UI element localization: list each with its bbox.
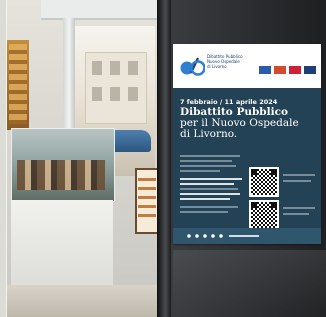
partner-logo-icon <box>304 66 316 74</box>
organizer-name: Dibattito Pubblico Nuovo Ospedale di Liv… <box>207 54 255 69</box>
text-line <box>180 193 240 195</box>
text-line <box>180 188 238 190</box>
text-line <box>283 180 311 182</box>
poster-body-text <box>180 155 246 225</box>
building-window <box>92 61 102 75</box>
poster-header: Dibattito Pubblico Nuovo Ospedale di Liv… <box>173 44 321 88</box>
event-poster: Dibattito Pubblico Nuovo Ospedale di Liv… <box>173 44 321 244</box>
building-window <box>128 87 138 101</box>
social-icons <box>185 233 225 239</box>
event-dates: 7 febbraio / 11 aprile 2024 <box>180 98 278 106</box>
shelf-products <box>9 44 27 124</box>
building-window <box>110 87 120 101</box>
partner-logos <box>259 66 317 76</box>
building-window <box>128 61 138 75</box>
text-line <box>180 165 236 167</box>
text-line <box>180 183 234 185</box>
poster-title: Dibattito Pubblico per il Nuovo Ospedale… <box>180 107 318 140</box>
qr-code-icon[interactable] <box>249 200 279 230</box>
text-line <box>180 198 230 200</box>
text-line <box>180 211 228 213</box>
text-line <box>283 174 315 176</box>
street-building <box>85 52 147 124</box>
text-line <box>180 178 242 180</box>
photo: Dibattito Pubblico Nuovo Ospedale di Liv… <box>0 0 326 317</box>
qr-code-icon[interactable] <box>249 167 279 197</box>
poster-footer <box>173 228 321 244</box>
door-lintel <box>41 0 157 20</box>
building-window <box>92 87 102 101</box>
partner-logo-icon <box>289 66 301 74</box>
pastries <box>17 160 105 190</box>
text-line <box>180 206 238 208</box>
door-edge <box>157 0 171 317</box>
logo-mark <box>180 57 205 76</box>
text-line <box>283 213 309 215</box>
text-line <box>180 160 232 162</box>
footer-url-line <box>229 235 259 237</box>
chalk-sign-writing <box>138 178 156 218</box>
door-reflection <box>173 250 326 317</box>
building-window <box>110 61 120 75</box>
poster-title-line-3: di Livorno. <box>180 128 238 140</box>
partner-logo-icon <box>274 66 286 74</box>
partner-logo-icon <box>259 66 271 74</box>
text-line <box>180 155 240 157</box>
text-line <box>283 207 315 209</box>
text-line <box>180 170 220 172</box>
organizer-line-3: di Livorno <box>207 64 227 69</box>
